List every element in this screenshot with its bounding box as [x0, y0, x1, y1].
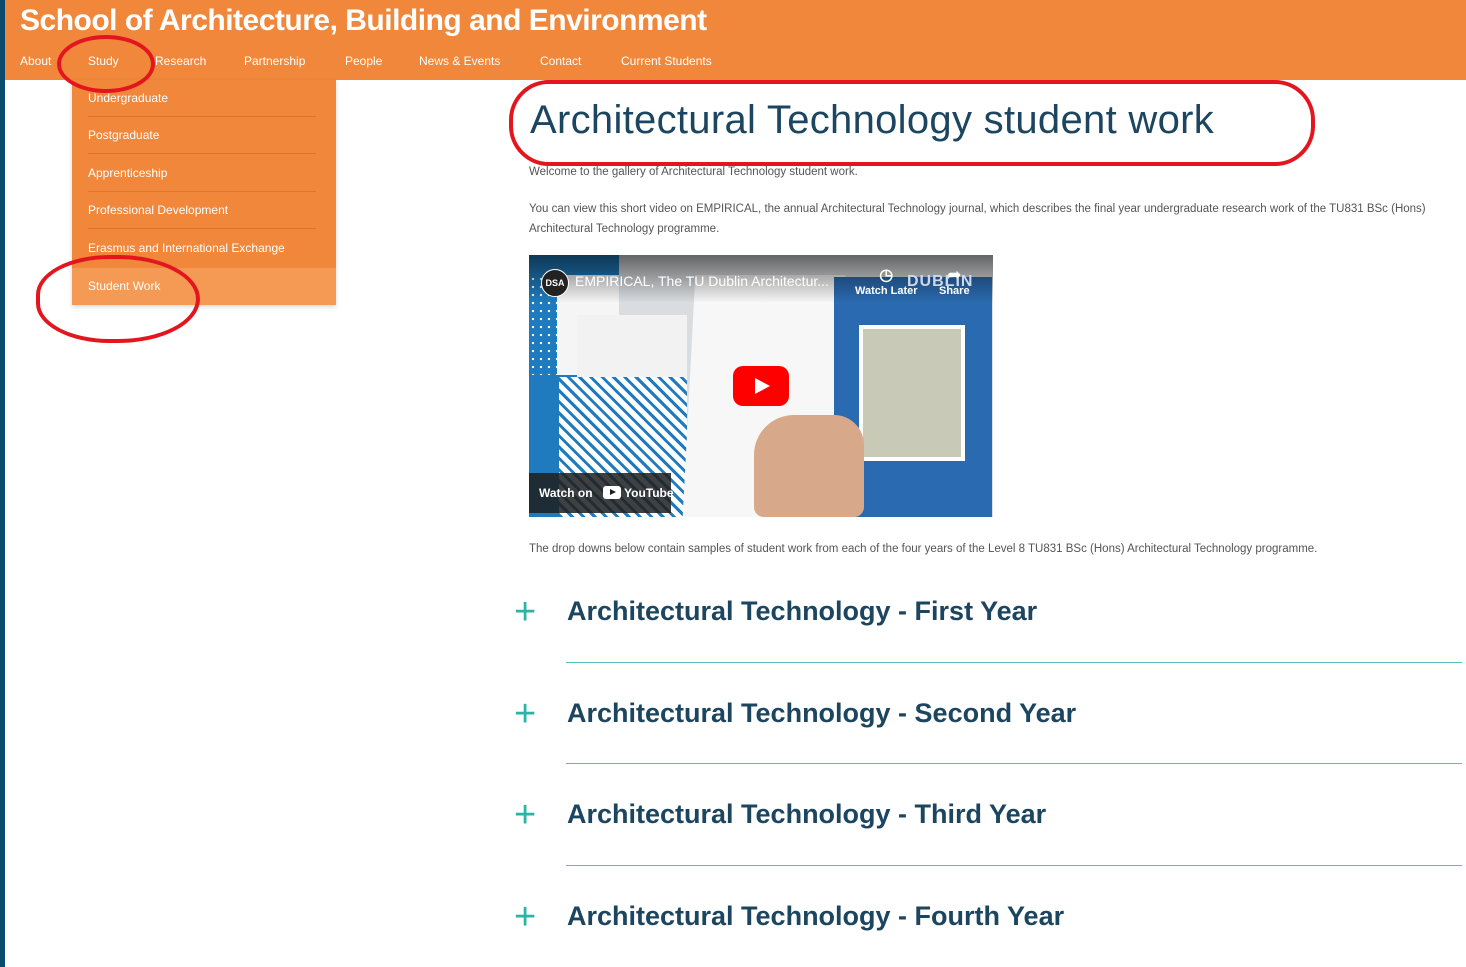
clock-icon: ◷ [879, 267, 894, 284]
accordion-second-year[interactable]: + Architectural Technology - Second Year [514, 694, 1464, 764]
watch-later-button[interactable]: ◷ Watch Later [855, 267, 918, 297]
video-thumbnail-hand [754, 415, 864, 517]
youtube-icon [603, 486, 621, 499]
window-edge [0, 0, 5, 967]
annotation-circle-study [57, 35, 155, 93]
accordion-title[interactable]: Architectural Technology - Second Year [567, 698, 1076, 729]
share-button[interactable]: ➦ Share [939, 267, 970, 297]
nav-current-students[interactable]: Current Students [621, 54, 712, 68]
share-label: Share [939, 285, 970, 297]
site-header: School of Architecture, Building and Env… [5, 0, 1466, 80]
dropdown-item-postgraduate[interactable]: Postgraduate [72, 117, 336, 154]
watch-later-label: Watch Later [855, 285, 918, 297]
nav-research[interactable]: Research [155, 54, 206, 68]
accordion-title[interactable]: Architectural Technology - First Year [567, 596, 1037, 627]
accordion-title[interactable]: Architectural Technology - Third Year [567, 799, 1046, 830]
dropdown-item-professional-development[interactable]: Professional Development [72, 192, 336, 229]
nav-about[interactable]: About [20, 54, 51, 68]
nav-partnership[interactable]: Partnership [244, 54, 305, 68]
divider [566, 662, 1462, 663]
dropdown-item-label: Erasmus and International Exchange [88, 241, 285, 255]
share-arrow-icon: ➦ [947, 267, 961, 284]
channel-logo[interactable]: DSA [541, 269, 569, 297]
divider [88, 228, 316, 229]
dropdown-item-apprenticeship[interactable]: Apprenticeship [72, 155, 336, 192]
annotation-box-title [509, 80, 1315, 166]
watch-on-label: Watch on [539, 486, 593, 500]
video-title[interactable]: EMPIRICAL, The TU Dublin Architectur... [575, 273, 829, 289]
site-title[interactable]: School of Architecture, Building and Env… [20, 4, 707, 38]
dropdown-item-label: Postgraduate [88, 128, 160, 142]
video-description: You can view this short video on EMPIRIC… [529, 203, 1426, 235]
plus-icon[interactable]: + [514, 592, 536, 632]
accordion-third-year[interactable]: + Architectural Technology - Third Year [514, 795, 1464, 866]
video-thumbnail-photo [859, 325, 965, 461]
accordion-first-year[interactable]: + Architectural Technology - First Year [514, 592, 1464, 663]
youtube-video-embed[interactable]: DSA EMPIRICAL, The TU Dublin Architectur… [529, 255, 993, 517]
nav-contact[interactable]: Contact [540, 54, 581, 68]
dropdowns-description: The drop downs below contain samples of … [529, 543, 1318, 555]
plus-icon[interactable]: + [514, 795, 536, 835]
plus-icon[interactable]: + [514, 897, 536, 937]
dropdown-item-label: Apprenticeship [88, 166, 168, 180]
dropdown-item-label: Professional Development [88, 203, 229, 217]
nav-news-events[interactable]: News & Events [419, 54, 500, 68]
divider [566, 763, 1462, 764]
accordion-title[interactable]: Architectural Technology - Fourth Year [567, 901, 1064, 932]
play-button[interactable] [733, 366, 789, 406]
dropdown-item-label: Undergraduate [88, 91, 169, 105]
divider [88, 153, 316, 154]
plus-icon[interactable]: + [514, 694, 536, 734]
nav-people[interactable]: People [345, 54, 382, 68]
accordion-fourth-year[interactable]: + Architectural Technology - Fourth Year [514, 897, 1464, 967]
youtube-label: YouTube [624, 486, 674, 500]
annotation-circle-student-work [36, 255, 200, 343]
divider [566, 865, 1462, 866]
watch-on-youtube-button[interactable]: Watch on YouTube [529, 473, 674, 513]
